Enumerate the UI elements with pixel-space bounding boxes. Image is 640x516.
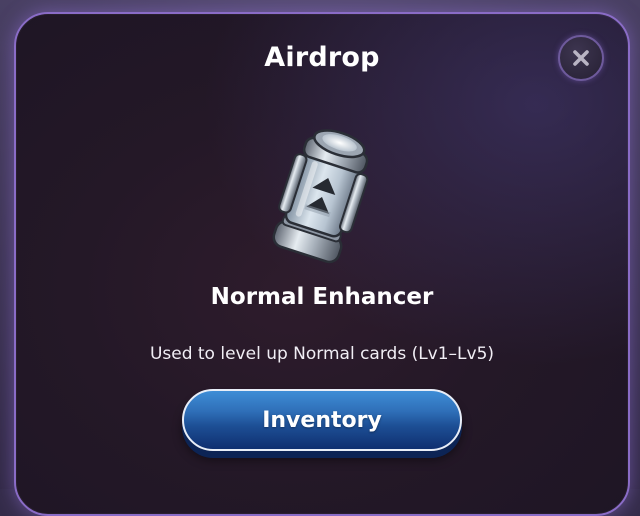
airdrop-dialog: Airdrop Normal Enhancer Used to level up… — [14, 12, 630, 516]
dialog-title: Airdrop — [264, 42, 380, 73]
close-icon — [573, 50, 589, 66]
item-description: Used to level up Normal cards (Lv1–Lv5) — [149, 344, 495, 364]
item-name: Normal Enhancer — [210, 284, 434, 310]
close-button[interactable] — [558, 35, 604, 81]
enhancer-canister-icon — [272, 129, 369, 264]
inventory-button[interactable]: Inventory — [182, 389, 462, 451]
